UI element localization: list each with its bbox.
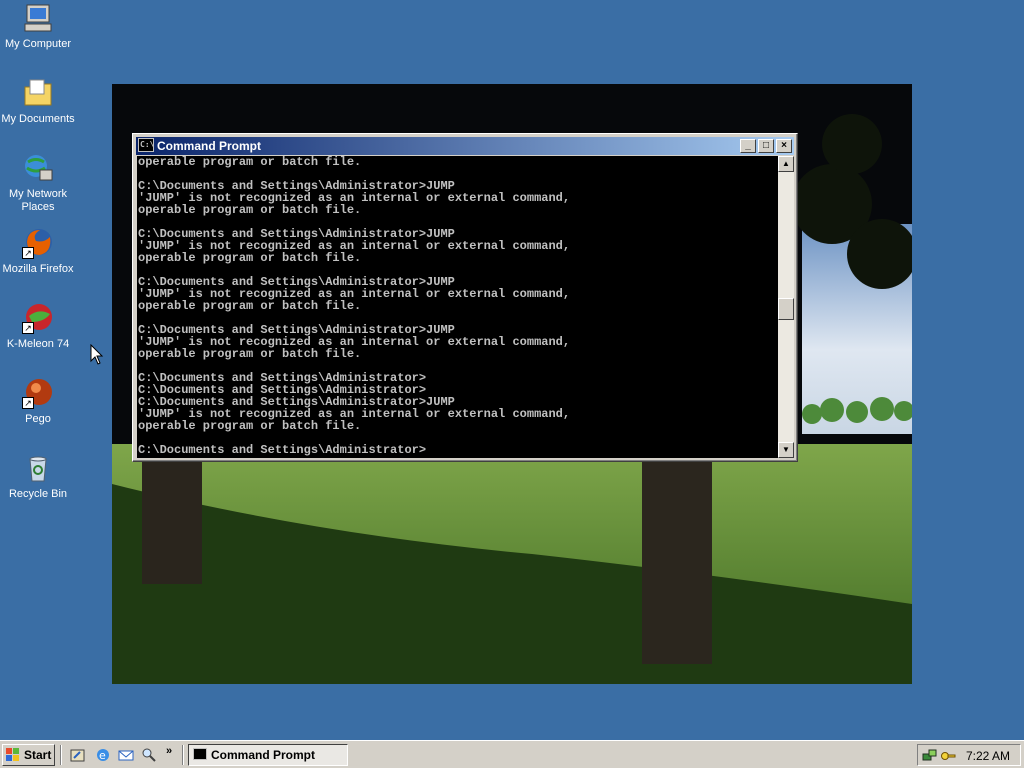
desktop-icon-label: Mozilla Firefox	[2, 263, 74, 275]
clock[interactable]: 7:22 AM	[966, 749, 1010, 763]
minimize-button[interactable]: _	[740, 139, 756, 153]
show-desktop-icon[interactable]	[70, 747, 86, 763]
desktop-icon-label: My Network Places	[8, 188, 68, 213]
taskbar: Start e » Command Prompt 7:22 AM	[0, 740, 1024, 768]
network-status-icon[interactable]	[922, 748, 938, 767]
scroll-thumb[interactable]	[778, 298, 794, 320]
console-output[interactable]: operable program or batch file. C:\Docum…	[137, 156, 778, 458]
start-button[interactable]: Start	[2, 744, 55, 766]
close-button[interactable]: ×	[776, 139, 792, 153]
desktop-icon-label: Recycle Bin	[8, 488, 68, 500]
search-icon[interactable]	[141, 747, 157, 763]
shortcut-arrow-icon: ↗	[22, 247, 34, 259]
console-app-icon[interactable]: C:\	[138, 138, 154, 152]
console-app-icon	[193, 748, 207, 760]
system-tray: 7:22 AM	[917, 744, 1021, 766]
taskbar-button-command-prompt[interactable]: Command Prompt	[188, 744, 348, 766]
desktop-icon-my-computer[interactable]: My Computer	[0, 2, 76, 51]
console-text: operable program or batch file. C:\Docum…	[137, 156, 778, 456]
computer-icon	[22, 2, 54, 34]
taskbar-button-label: Command Prompt	[211, 748, 316, 762]
shortcut-arrow-icon: ↗	[22, 322, 34, 334]
command-prompt-window[interactable]: C:\ Command Prompt _ □ × operable progra…	[132, 133, 798, 462]
title-bar[interactable]: C:\ Command Prompt _ □ ×	[136, 137, 794, 155]
console-line: operable program or batch file.	[138, 347, 362, 361]
desktop-icon-label: My Computer	[4, 38, 72, 50]
recycle-bin-icon	[22, 452, 54, 484]
security-key-icon[interactable]	[940, 748, 956, 767]
folder-icon	[22, 77, 54, 109]
pego-icon: ↗	[22, 377, 54, 409]
desktop-icon-label: My Documents	[1, 113, 75, 125]
maximize-button[interactable]: □	[758, 139, 774, 153]
console-line: operable program or batch file.	[138, 419, 362, 433]
scroll-up-button[interactable]: ▲	[778, 156, 794, 172]
console-line: operable program or batch file.	[138, 251, 362, 265]
desktop-icon-my-network-places[interactable]: My Network Places	[0, 152, 76, 214]
console-line: operable program or batch file.	[138, 156, 362, 169]
desktop-icon-pego[interactable]: ↗ Pego	[0, 377, 76, 426]
taskbar-separator	[60, 745, 62, 765]
svg-text:e: e	[99, 749, 106, 762]
desktop-icon-label: Pego	[25, 413, 51, 425]
firefox-icon: ↗	[22, 227, 54, 259]
internet-explorer-icon[interactable]: e	[95, 747, 111, 763]
desktop-icon-recycle-bin[interactable]: Recycle Bin	[0, 452, 76, 501]
desktop-icon-my-documents[interactable]: My Documents	[0, 77, 76, 126]
vertical-scrollbar[interactable]: ▲ ▼	[778, 156, 794, 458]
start-label: Start	[24, 748, 52, 762]
outlook-express-icon[interactable]	[118, 747, 134, 763]
windows-logo-icon	[6, 748, 20, 762]
desktop-icon-mozilla-firefox[interactable]: ↗ Mozilla Firefox	[0, 227, 76, 276]
chevron-more-icon[interactable]: »	[166, 745, 182, 761]
network-icon	[22, 152, 54, 184]
scroll-down-button[interactable]: ▼	[778, 442, 794, 458]
window-title: Command Prompt	[157, 139, 262, 153]
console-line: operable program or batch file.	[138, 203, 362, 217]
taskbar-separator	[182, 745, 184, 765]
mouse-cursor-icon	[90, 344, 104, 365]
desktop-icon-k-meleon[interactable]: ↗ K-Meleon 74	[0, 302, 76, 351]
desktop-icon-label: K-Meleon 74	[6, 338, 70, 350]
console-line: C:\Documents and Settings\Administrator>	[138, 443, 427, 457]
shortcut-arrow-icon: ↗	[22, 397, 34, 409]
kmeleon-icon: ↗	[22, 302, 54, 334]
console-line: operable program or batch file.	[138, 299, 362, 313]
